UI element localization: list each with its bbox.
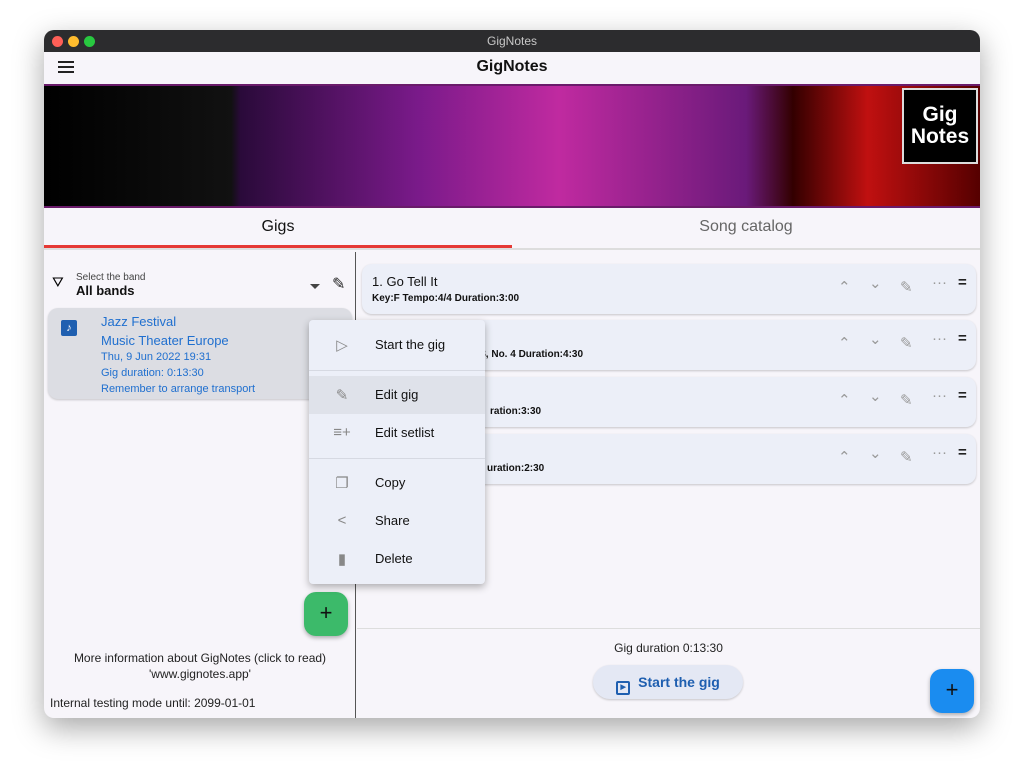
- minimize-window-button[interactable]: [68, 36, 79, 47]
- menu-label: Edit setlist: [375, 425, 435, 440]
- banner-image: Gig Notes: [44, 84, 980, 208]
- menu-item-copy[interactable]: ❐ Copy: [309, 464, 485, 502]
- song-details: ration:3:30: [490, 406, 542, 417]
- gig-date: Thu, 9 Jun 2022 19:31: [101, 351, 212, 363]
- menu-label: Share: [375, 513, 410, 528]
- edit-song-icon[interactable]: ✎: [900, 334, 913, 352]
- testing-mode-text: Internal testing mode until: 2099-01-01: [50, 696, 256, 710]
- move-up-icon[interactable]: ⌃: [838, 334, 851, 352]
- divider: [309, 458, 485, 459]
- share-icon: <: [337, 512, 347, 529]
- move-down-icon[interactable]: ⌄: [869, 274, 882, 292]
- trash-icon: ▮: [337, 551, 347, 568]
- move-up-icon[interactable]: ⌃: [838, 448, 851, 466]
- more-icon[interactable]: ···: [932, 330, 947, 347]
- title-bar: GigNotes: [44, 30, 980, 52]
- edit-band-icon[interactable]: ✎: [332, 274, 345, 294]
- move-down-icon[interactable]: ⌄: [869, 444, 882, 462]
- more-icon[interactable]: ···: [932, 274, 947, 291]
- add-gig-button[interactable]: +: [304, 592, 348, 636]
- song-details: uration:2:30: [487, 463, 545, 474]
- setlist-footer: Gig duration 0:13:30 ▶ Start the gig +: [357, 628, 980, 718]
- zoom-window-button[interactable]: [84, 36, 95, 47]
- app-title: GigNotes: [476, 58, 548, 75]
- drag-handle-icon[interactable]: =: [958, 444, 967, 461]
- band-select-value: All bands: [76, 283, 135, 298]
- drag-handle-icon[interactable]: =: [958, 330, 967, 347]
- gig-name: Jazz Festival: [101, 314, 177, 329]
- app-bar: GigNotes: [44, 52, 980, 84]
- divider: [309, 370, 485, 371]
- website-link[interactable]: 'www.gignotes.app': [44, 667, 356, 681]
- setlist-duration: Gig duration 0:13:30: [614, 641, 723, 655]
- playlist-add-icon: ≡+: [333, 424, 351, 441]
- drag-handle-icon[interactable]: =: [958, 274, 967, 291]
- move-down-icon[interactable]: ⌄: [869, 387, 882, 405]
- menu-label: Copy: [375, 475, 406, 490]
- menu-item-share[interactable]: < Share: [309, 502, 485, 540]
- add-song-button[interactable]: +: [930, 669, 974, 713]
- menu-label: Edit gig: [375, 387, 419, 402]
- menu-label: Delete: [375, 551, 413, 566]
- band-select[interactable]: Select the band All bands: [76, 272, 146, 298]
- chevron-down-icon[interactable]: [310, 284, 320, 289]
- more-icon[interactable]: ···: [932, 444, 947, 461]
- tab-song-catalog[interactable]: Song catalog: [512, 208, 980, 248]
- tab-gigs[interactable]: Gigs: [44, 208, 512, 248]
- edit-song-icon[interactable]: ✎: [900, 278, 913, 296]
- start-gig-label: Start the gig: [638, 674, 720, 690]
- gig-context-menu: ▷ Start the gig ✎ Edit gig ≡+ Edit setlist …: [309, 320, 485, 584]
- menu-item-edit-setlist[interactable]: ≡+ Edit setlist: [309, 414, 485, 452]
- menu-label: Start the gig: [375, 337, 446, 352]
- tab-bar: Gigs Song catalog: [44, 208, 980, 250]
- gig-card[interactable]: ♪ Jazz Festival Music Theater Europe Thu…: [48, 308, 352, 399]
- music-library-icon: ♪: [61, 320, 77, 336]
- menu-item-delete[interactable]: ▮ Delete: [309, 540, 485, 578]
- close-window-button[interactable]: [52, 36, 63, 47]
- gignotes-logo: Gig Notes: [902, 88, 978, 164]
- pencil-icon: ✎: [335, 387, 349, 404]
- song-details: Key:F Tempo:4/4 Duration:3:00: [372, 293, 520, 304]
- info-link[interactable]: More information about GigNotes (click t…: [44, 651, 356, 665]
- move-up-icon[interactable]: ⌃: [838, 278, 851, 296]
- filter-icon: ⛛: [52, 274, 64, 290]
- play-box-icon: ▷: [336, 337, 348, 354]
- menu-item-edit-gig[interactable]: ✎ Edit gig: [309, 376, 485, 414]
- gig-venue: Music Theater Europe: [101, 333, 229, 348]
- edit-song-icon[interactable]: ✎: [900, 448, 913, 466]
- start-gig-button[interactable]: ▶ Start the gig: [593, 665, 743, 699]
- song-item[interactable]: 1. Go Tell It Key:F Tempo:4/4 Duration:3…: [362, 264, 976, 314]
- edit-song-icon[interactable]: ✎: [900, 391, 913, 409]
- song-name: 1. Go Tell It: [372, 274, 438, 289]
- move-up-icon[interactable]: ⌃: [838, 391, 851, 409]
- app-window: GigNotes GigNotes Gig Notes Gigs Song cat…: [44, 30, 980, 718]
- copy-icon: ❐: [335, 475, 349, 492]
- menu-item-start-gig[interactable]: ▷ Start the gig: [309, 326, 485, 364]
- play-box-icon: ▶: [616, 681, 631, 695]
- gig-duration: Gig duration: 0:13:30: [101, 367, 204, 379]
- more-icon[interactable]: ···: [932, 387, 947, 404]
- window-title: GigNotes: [486, 34, 538, 48]
- move-down-icon[interactable]: ⌄: [869, 330, 882, 348]
- drag-handle-icon[interactable]: =: [958, 387, 967, 404]
- band-select-label: Select the band: [76, 272, 146, 283]
- gig-note: Remember to arrange transport: [101, 383, 256, 395]
